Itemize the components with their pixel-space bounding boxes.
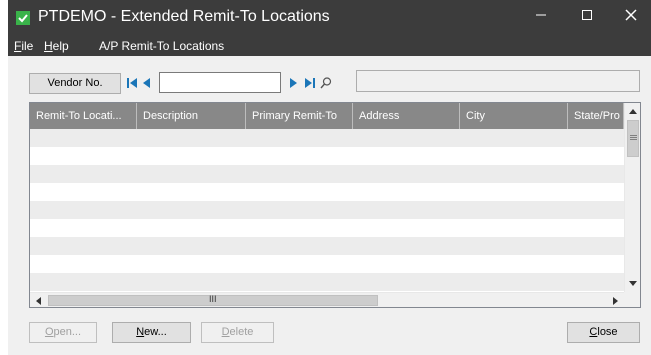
scroll-left-icon[interactable] [30, 293, 46, 307]
vendor-toolbar: Vendor No. [8, 56, 651, 94]
finder-icon[interactable] [319, 76, 333, 90]
remit-to-window: PTDEMO - Extended Remit-To Locations Fil… [8, 0, 651, 355]
last-record-icon[interactable] [303, 76, 317, 90]
open-accel: O [44, 326, 54, 338]
menu-file-label: ile [21, 39, 34, 53]
title-bar[interactable]: PTDEMO - Extended Remit-To Locations [8, 0, 651, 36]
table-row[interactable] [30, 219, 624, 237]
remit-to-grid[interactable]: Remit-To Locati... Description Primary R… [29, 102, 641, 308]
window-title: PTDEMO - Extended Remit-To Locations [38, 8, 330, 25]
column-header-description[interactable]: Description [137, 103, 246, 129]
menu-file[interactable]: File [14, 38, 33, 54]
vertical-scroll-thumb[interactable] [627, 120, 639, 157]
table-row[interactable] [30, 237, 624, 255]
close-label: lose [597, 326, 618, 338]
table-row[interactable] [30, 129, 624, 147]
open-button[interactable]: Open... [29, 322, 97, 343]
menu-bar: File Help A/P Remit-To Locations [8, 36, 651, 56]
table-row[interactable] [30, 183, 624, 201]
maximize-button[interactable] [564, 0, 610, 30]
scroll-up-icon[interactable] [625, 103, 640, 119]
close-window-button[interactable] [610, 0, 651, 30]
open-label: pen... [53, 326, 82, 338]
table-row[interactable] [30, 165, 624, 183]
previous-record-icon[interactable] [140, 76, 154, 90]
next-record-icon[interactable] [286, 76, 300, 90]
grid-header: Remit-To Locati... Description Primary R… [30, 103, 640, 129]
horizontal-scrollbar[interactable]: III [30, 292, 624, 307]
table-row[interactable] [30, 147, 624, 165]
vendor-name-field [356, 70, 640, 92]
column-header-address[interactable]: Address [353, 103, 460, 129]
vertical-scrollbar[interactable] [624, 103, 640, 292]
new-accel: N [136, 326, 145, 338]
column-header-city[interactable]: City [460, 103, 568, 129]
minimize-icon [536, 14, 546, 16]
menu-help[interactable]: Help [44, 38, 69, 54]
vendor-number-input[interactable] [159, 72, 281, 93]
new-button[interactable]: New... [112, 322, 191, 343]
column-header-state-province[interactable]: State/Pro [568, 103, 624, 129]
scroll-down-icon[interactable] [625, 276, 640, 292]
first-record-icon[interactable] [125, 76, 139, 90]
delete-label: elete [229, 326, 254, 338]
app-logo-icon [16, 11, 30, 25]
table-row[interactable] [30, 273, 624, 291]
close-icon [624, 9, 637, 21]
menu-help-label: elp [52, 39, 69, 53]
table-row[interactable] [30, 255, 624, 273]
close-button[interactable]: Close [567, 322, 640, 343]
menu-ap-remit-to-locations[interactable]: A/P Remit-To Locations [99, 38, 224, 54]
vendor-number-button[interactable]: Vendor No. [29, 73, 121, 94]
delete-accel: D [221, 326, 230, 338]
horizontal-scroll-thumb[interactable]: III [48, 294, 378, 306]
scrollbar-corner [624, 292, 640, 307]
scroll-grip: III [209, 294, 217, 304]
column-header-remit-to-location[interactable]: Remit-To Locati... [30, 103, 137, 129]
menu-help-accel: H [44, 39, 53, 53]
scroll-right-icon[interactable] [608, 293, 624, 307]
delete-button[interactable]: Delete [201, 322, 274, 343]
new-label: ew... [144, 326, 167, 338]
column-header-primary-remit-to[interactable]: Primary Remit-To [246, 103, 353, 129]
grid-body[interactable] [30, 129, 624, 292]
minimize-button[interactable] [518, 0, 564, 30]
maximize-icon [582, 10, 592, 20]
table-row[interactable] [30, 201, 624, 219]
